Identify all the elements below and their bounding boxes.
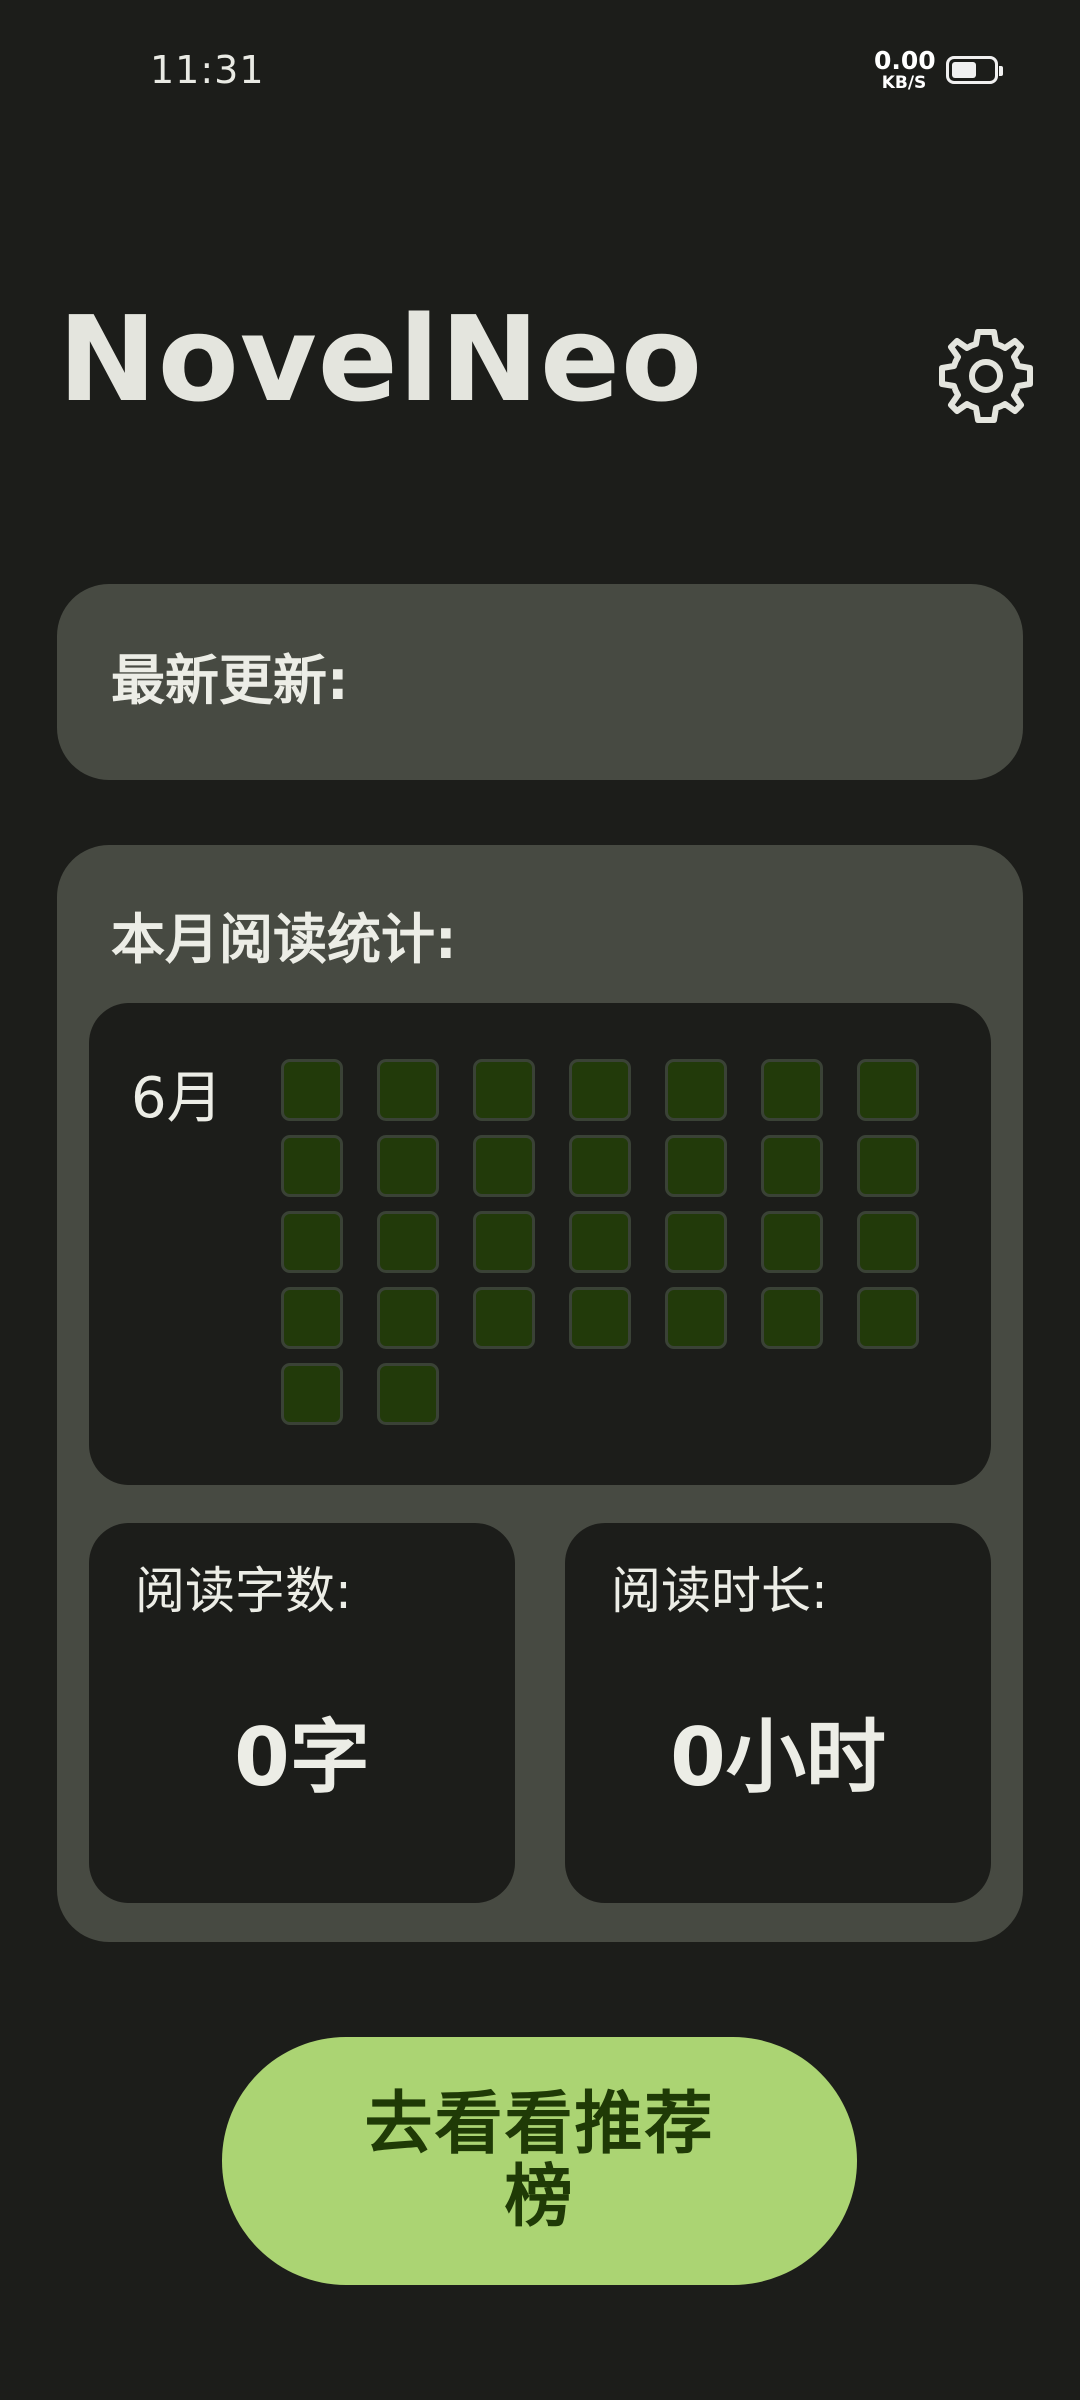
month-label: 6月 — [131, 1066, 223, 1131]
reading-time-value: 0小时 — [670, 1711, 886, 1804]
day-cell — [281, 1211, 343, 1273]
day-cell — [857, 1135, 919, 1197]
reading-calendar: 6月 — [89, 1003, 991, 1485]
day-cell — [857, 1287, 919, 1349]
day-cell — [569, 1211, 631, 1273]
status-time: 11:31 — [150, 48, 265, 92]
app-title: NovelNeo — [58, 290, 704, 428]
day-cell — [761, 1211, 823, 1273]
gear-icon — [939, 329, 1033, 423]
day-cell — [665, 1287, 727, 1349]
latest-updates-label: 最新更新: — [111, 649, 349, 712]
day-cell — [377, 1059, 439, 1121]
settings-button[interactable] — [936, 326, 1036, 426]
day-cell — [665, 1211, 727, 1273]
day-cell — [569, 1287, 631, 1349]
day-cell — [569, 1135, 631, 1197]
day-cell — [761, 1135, 823, 1197]
battery-icon — [946, 56, 1003, 84]
network-speed-value: 0.00 — [874, 46, 936, 75]
day-cell — [281, 1363, 343, 1425]
recommendations-button[interactable]: 去看看推荐榜 — [222, 2037, 857, 2285]
day-cell — [761, 1059, 823, 1121]
network-speed: 0.00 KB/S — [874, 46, 936, 93]
monthly-stats-card: 本月阅读统计: 6月 阅读字数: 0字 阅读时长: 0小时 — [57, 845, 1023, 1942]
day-cell — [665, 1059, 727, 1121]
day-cell — [377, 1211, 439, 1273]
day-cell — [665, 1135, 727, 1197]
word-count-value: 0字 — [234, 1711, 370, 1804]
home-screen: 11:31 0.00 KB/S NovelNeo 最新更新: 本月阅读统计: 6… — [0, 0, 1080, 2400]
day-cell — [281, 1059, 343, 1121]
day-cell — [761, 1287, 823, 1349]
day-cell — [569, 1059, 631, 1121]
day-cell — [377, 1135, 439, 1197]
monthly-stats-label: 本月阅读统计: — [111, 908, 457, 971]
recommendations-button-label: 去看看推荐榜 — [364, 2084, 715, 2237]
day-cell — [281, 1287, 343, 1349]
word-count-label: 阅读字数: — [135, 1562, 352, 1620]
day-cell — [377, 1287, 439, 1349]
word-count-card: 阅读字数: 0字 — [89, 1523, 515, 1903]
day-cell — [857, 1059, 919, 1121]
reading-time-card: 阅读时长: 0小时 — [565, 1523, 991, 1903]
day-cell — [473, 1059, 535, 1121]
day-cell — [377, 1363, 439, 1425]
day-cell — [473, 1211, 535, 1273]
latest-updates-card[interactable]: 最新更新: — [57, 584, 1023, 780]
day-cell — [857, 1211, 919, 1273]
network-speed-unit: KB/S — [881, 73, 927, 93]
day-cell — [473, 1287, 535, 1349]
reading-time-label: 阅读时长: — [611, 1562, 828, 1620]
battery-level-fill — [952, 62, 976, 78]
day-cell — [473, 1135, 535, 1197]
day-cell — [281, 1135, 343, 1197]
